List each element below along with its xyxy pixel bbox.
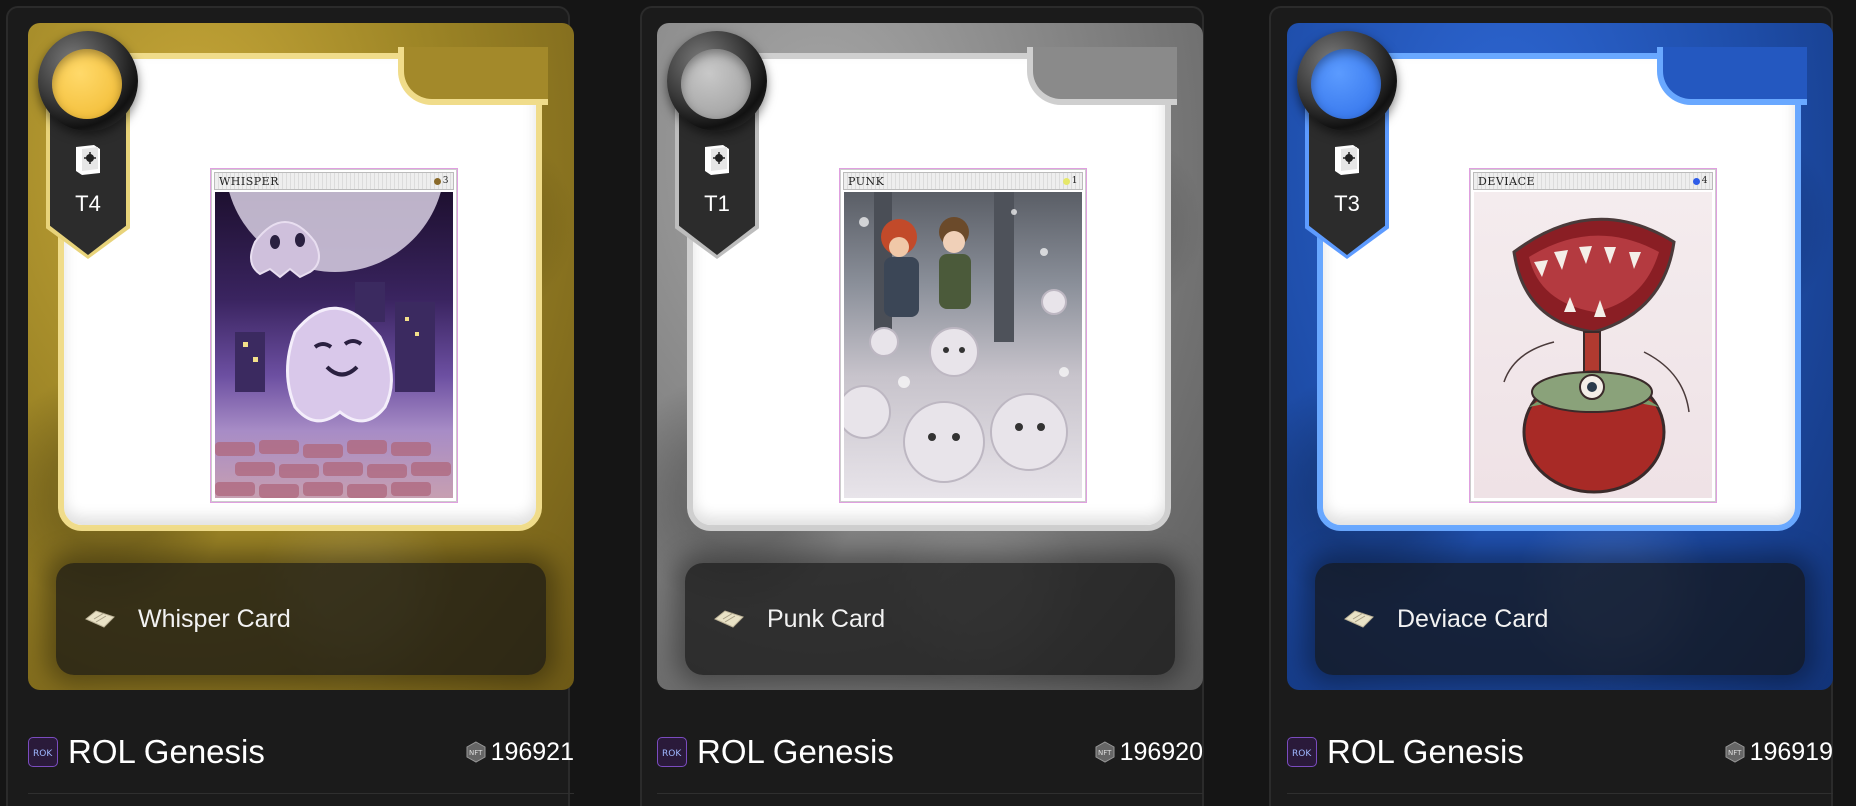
svg-text:ROK: ROK <box>33 749 53 759</box>
card-footer: ROK ROL Genesis NFT 196920 <box>657 730 1203 774</box>
collection-link[interactable]: ROK ROL Genesis <box>1287 733 1524 771</box>
punk-illustration <box>844 192 1082 498</box>
thumbnail-title: PUNK <box>848 174 885 188</box>
whisper-illustration <box>215 192 453 498</box>
svg-text:ROK: ROK <box>662 749 682 759</box>
card-name: Punk Card <box>767 604 886 633</box>
thumbnail-title: DEVIACE <box>1478 174 1536 188</box>
card-artwork[interactable]: PUNK 1 T1 Punk Card <box>657 23 1203 690</box>
card-name-bar[interactable]: Deviace Card <box>1315 563 1805 675</box>
card-chip-icon <box>714 610 744 628</box>
token-number: 196920 <box>1119 737 1203 766</box>
card-name: Deviace Card <box>1397 604 1549 633</box>
thumbnail-count: 4 <box>1692 176 1708 186</box>
card-artwork[interactable]: WHISPER 3 T4 Whisper Card <box>28 23 574 690</box>
card-thumbnail: WHISPER 3 <box>211 169 457 502</box>
tier-badge: T3 <box>1297 31 1397 259</box>
collection-logo-icon: ROK <box>657 737 687 767</box>
tier-badge: T4 <box>38 31 138 259</box>
card-name-bar[interactable]: Whisper Card <box>56 563 546 675</box>
card-name: Whisper Card <box>138 604 291 633</box>
nft-token-icon: NFT <box>1725 741 1745 763</box>
nft-token-icon: NFT <box>1095 741 1115 763</box>
nft-token-icon: NFT <box>466 741 486 763</box>
book-icon <box>76 145 100 175</box>
svg-text:NFT: NFT <box>1098 749 1112 757</box>
card-chip-icon <box>1344 610 1374 628</box>
tier-label: T4 <box>75 191 101 216</box>
collection-link[interactable]: ROK ROL Genesis <box>657 733 894 771</box>
tier-label: T1 <box>704 191 730 216</box>
frame-notch <box>1027 47 1177 105</box>
token-number: 196921 <box>490 737 574 766</box>
deviace-illustration <box>1474 192 1712 498</box>
frame-notch <box>398 47 548 105</box>
divider <box>1287 793 1833 794</box>
svg-text:NFT: NFT <box>1728 749 1742 757</box>
token-number: 196919 <box>1749 737 1833 766</box>
svg-text:NFT: NFT <box>469 749 483 757</box>
collection-name: ROL Genesis <box>1327 733 1524 770</box>
thumbnail-title: WHISPER <box>219 174 279 188</box>
card-thumbnail: PUNK 1 <box>840 169 1086 502</box>
token-id: NFT 196921 <box>465 738 574 767</box>
thumbnail-count: 1 <box>1062 176 1078 186</box>
collection-name: ROL Genesis <box>697 733 894 770</box>
divider <box>28 793 574 794</box>
tier-label: T3 <box>1334 191 1360 216</box>
token-id: NFT 196919 <box>1724 738 1833 767</box>
card-artwork[interactable]: DEVIACE 4 T3 Deviace Card <box>1287 23 1833 690</box>
collection-name: ROL Genesis <box>68 733 265 770</box>
thumbnail-header: WHISPER 3 <box>214 172 454 190</box>
token-id: NFT 196920 <box>1094 738 1203 767</box>
svg-text:ROK: ROK <box>1292 749 1312 759</box>
thumbnail-header: PUNK 1 <box>843 172 1083 190</box>
thumbnail-header: DEVIACE 4 <box>1473 172 1713 190</box>
collection-logo-icon: ROK <box>1287 737 1317 767</box>
divider <box>657 793 1203 794</box>
card-name-bar[interactable]: Punk Card <box>685 563 1175 675</box>
frame-notch <box>1657 47 1807 105</box>
tier-badge: T1 <box>667 31 767 259</box>
card-thumbnail: DEVIACE 4 <box>1470 169 1716 502</box>
collection-logo-icon: ROK <box>28 737 58 767</box>
thumbnail-count: 3 <box>433 176 449 186</box>
card-footer: ROK ROL Genesis NFT 196921 <box>28 730 574 774</box>
collection-link[interactable]: ROK ROL Genesis <box>28 733 265 771</box>
card-footer: ROK ROL Genesis NFT 196919 <box>1287 730 1833 774</box>
book-icon <box>705 145 729 175</box>
book-icon <box>1335 145 1359 175</box>
card-chip-icon <box>85 610 115 628</box>
